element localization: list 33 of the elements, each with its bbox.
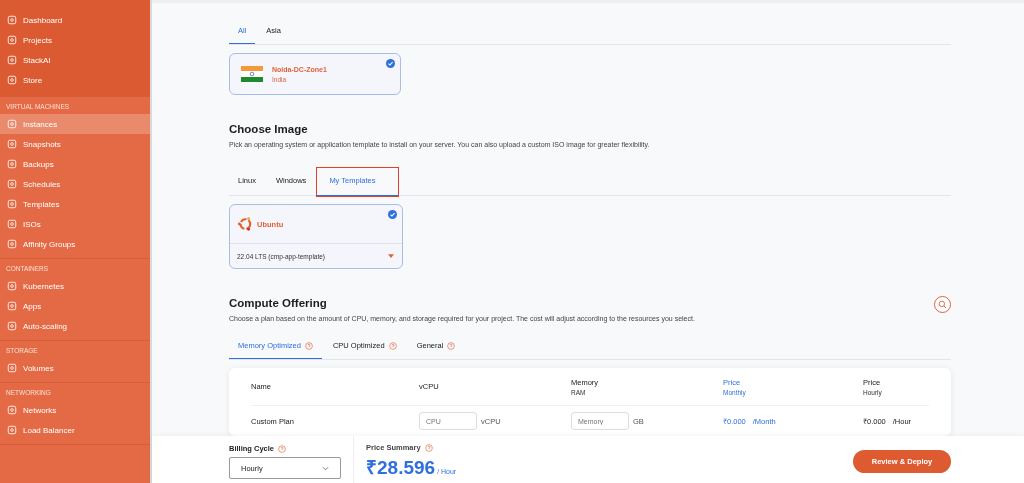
sidebar-item[interactable]: StackAI bbox=[0, 50, 150, 70]
total-price: ₹28.596 bbox=[366, 456, 436, 480]
sidebar-item[interactable]: Affinity Groups bbox=[0, 234, 150, 254]
sidebar-item[interactable]: Apps bbox=[0, 296, 150, 316]
checkmark-icon bbox=[388, 210, 397, 219]
help-icon bbox=[447, 341, 456, 350]
section-title: Choose Image bbox=[229, 123, 309, 135]
sidebar-item[interactable]: Load Balancer bbox=[0, 420, 150, 440]
sidebar-item[interactable]: Kubernetes bbox=[0, 276, 150, 296]
checkmark-icon bbox=[386, 59, 395, 68]
sidebar-item[interactable]: Networks bbox=[0, 400, 150, 420]
sidebar-item[interactable]: ISOs bbox=[0, 214, 150, 234]
help-icon bbox=[304, 341, 313, 350]
help-icon bbox=[388, 341, 397, 350]
search-icon bbox=[938, 300, 947, 309]
ubuntu-logo-icon bbox=[237, 216, 253, 232]
sidebar-item[interactable]: Dashboard bbox=[0, 10, 150, 30]
sidebar-item[interactable]: Snapshots bbox=[0, 134, 150, 154]
search-button[interactable] bbox=[934, 296, 951, 313]
sidebar-item[interactable]: Backups bbox=[0, 154, 150, 174]
caret-icon bbox=[388, 254, 394, 258]
flag-icon bbox=[241, 66, 263, 82]
sidebar-item[interactable]: Auto-scaling bbox=[0, 316, 150, 336]
sidebar-item[interactable]: Projects bbox=[0, 30, 150, 50]
help-icon bbox=[424, 443, 433, 452]
sidebar-item[interactable]: Instances bbox=[0, 114, 150, 134]
sidebar-item[interactable]: Volumes bbox=[0, 358, 150, 378]
sidebar-item[interactable]: Store bbox=[0, 70, 150, 90]
section-title: Compute Offering bbox=[229, 297, 327, 309]
sidebar-item[interactable]: Schedules bbox=[0, 174, 150, 194]
help-icon bbox=[278, 444, 286, 453]
chevron-down-icon bbox=[322, 465, 329, 471]
sidebar-item[interactable]: Templates bbox=[0, 194, 150, 214]
